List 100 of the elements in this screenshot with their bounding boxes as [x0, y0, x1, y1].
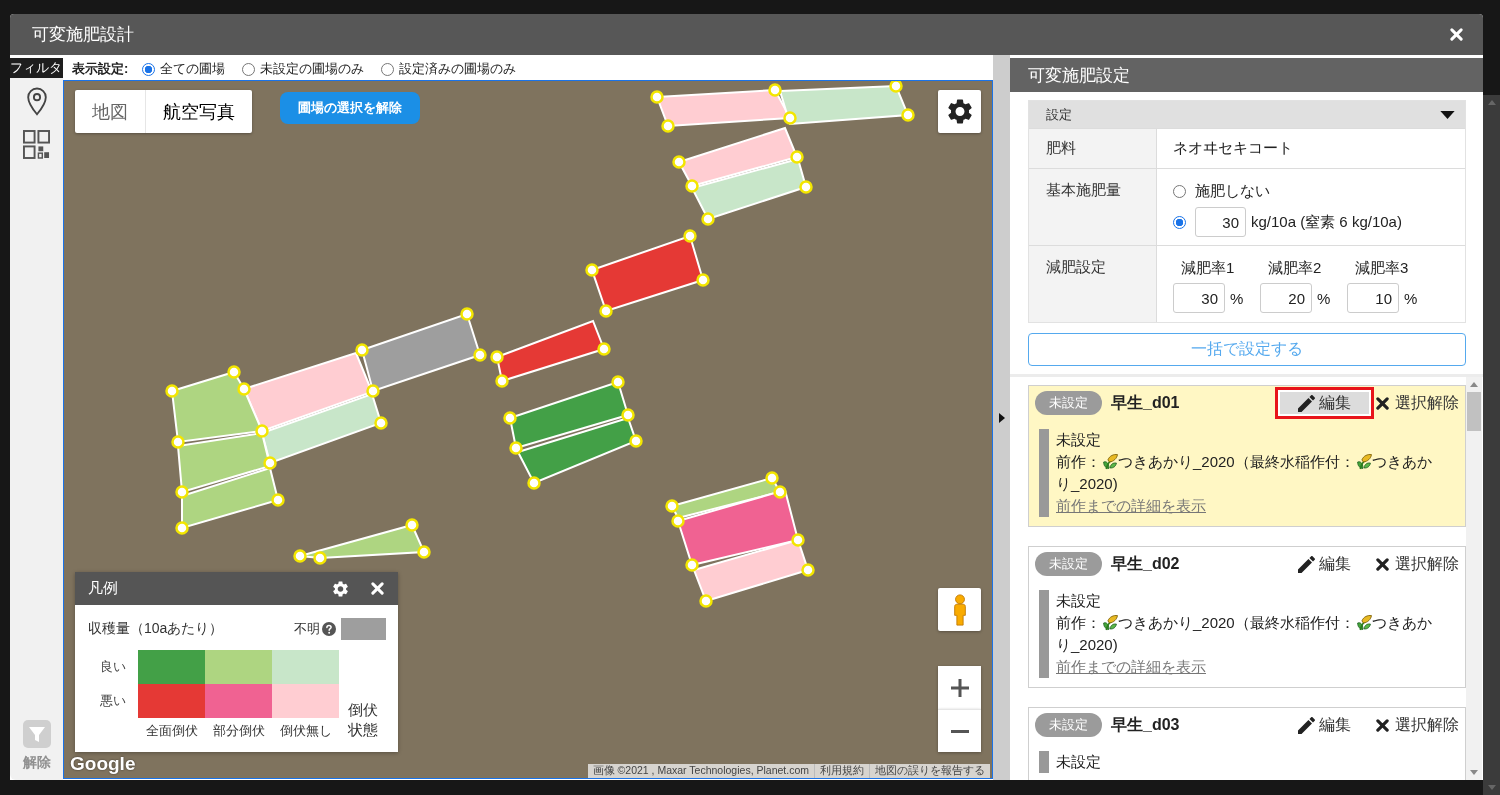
scrollbar-thumb[interactable]	[1467, 392, 1481, 431]
vertex-handle[interactable]	[685, 179, 699, 193]
vertex-handle[interactable]	[671, 514, 685, 528]
close-button[interactable]	[1450, 28, 1463, 41]
vertex-handle[interactable]	[801, 563, 815, 577]
vertex-handle[interactable]	[650, 90, 664, 104]
vertex-handle[interactable]	[263, 456, 277, 470]
vertex-handle[interactable]	[790, 150, 804, 164]
radio-button[interactable]	[142, 62, 156, 76]
vertex-handle[interactable]	[366, 384, 380, 398]
vertex-handle[interactable]	[460, 307, 474, 321]
edit-button[interactable]: 編集	[1275, 548, 1374, 580]
unit-text: kg/10a (窒素 6 kg/10a)	[1251, 212, 1402, 232]
vertex-handle[interactable]	[293, 549, 307, 563]
display-filter-option[interactable]: 全ての圃場	[142, 60, 226, 78]
vertex-handle[interactable]	[901, 108, 915, 122]
amount-input[interactable]: 30	[1195, 207, 1246, 237]
vertex-handle[interactable]	[255, 424, 269, 438]
vertex-handle[interactable]	[405, 518, 419, 532]
setting-label: 基本施肥量	[1046, 181, 1121, 200]
vertex-handle[interactable]	[791, 533, 805, 547]
edit-button[interactable]: 編集	[1275, 709, 1374, 741]
field-card[interactable]: 未設定 早生_d01 編集 選択解除 未設定 前作： つきあかり_2020（最終水稲作付： つきあかり_2020) 前作までの詳細を表示	[1028, 385, 1466, 527]
vertex-handle[interactable]	[271, 493, 285, 507]
scroll-up-arrow-icon[interactable]	[1470, 382, 1478, 387]
close-icon	[1376, 718, 1389, 732]
vertex-handle[interactable]	[599, 304, 613, 318]
rice-plant-icon	[1354, 453, 1372, 470]
vertex-handle[interactable]	[683, 229, 697, 243]
vertex-handle[interactable]	[417, 545, 431, 559]
vertex-handle[interactable]	[889, 81, 903, 93]
vertex-handle[interactable]	[768, 83, 782, 97]
vertex-handle[interactable]	[773, 485, 787, 499]
display-filter-option[interactable]: 設定済みの圃場のみ	[381, 60, 517, 78]
radio-button[interactable]	[381, 62, 395, 76]
vertex-handle[interactable]	[355, 343, 369, 357]
street-view-button[interactable]	[938, 588, 981, 631]
vertex-handle[interactable]	[783, 111, 797, 125]
attribution-link[interactable]: 地図の誤りを報告する	[869, 764, 990, 778]
map-pin-icon[interactable]	[25, 87, 48, 116]
vertex-handle[interactable]	[611, 375, 625, 389]
zoom-out-button[interactable]	[938, 709, 981, 752]
help-icon[interactable]	[322, 622, 336, 636]
vertex-handle[interactable]	[171, 435, 185, 449]
zoom-in-button[interactable]	[938, 666, 981, 709]
vertex-handle[interactable]	[374, 416, 388, 430]
map-type-tab[interactable]: 航空写真	[145, 90, 252, 133]
close-icon[interactable]	[371, 582, 384, 595]
vertex-handle[interactable]	[665, 499, 679, 513]
radio-button[interactable]	[242, 62, 256, 76]
deselect-button[interactable]: 選択解除	[1376, 714, 1459, 736]
reduction-rate-input[interactable]: 30	[1173, 283, 1225, 313]
vertex-handle[interactable]	[473, 348, 487, 362]
vertex-handle[interactable]	[495, 374, 509, 388]
field-name: 早生_d03	[1111, 714, 1180, 735]
previous-crop-text: 前作： つきあかり_2020（最終水稲作付： つきあかり_2020)	[1056, 452, 1433, 494]
vertex-handle[interactable]	[165, 384, 179, 398]
vertex-handle[interactable]	[672, 155, 686, 169]
vertex-handle[interactable]	[313, 551, 327, 565]
vertex-handle[interactable]	[629, 434, 643, 448]
map-type-tab[interactable]: 地図	[75, 90, 145, 133]
vertex-handle[interactable]	[685, 558, 699, 572]
vertex-handle[interactable]	[597, 342, 611, 356]
deselect-button[interactable]: 選択解除	[1376, 553, 1459, 575]
vertex-handle[interactable]	[765, 471, 779, 485]
vertex-handle[interactable]	[503, 411, 517, 425]
vertex-handle[interactable]	[175, 485, 189, 499]
display-filter-option[interactable]: 未設定の圃場のみ	[242, 60, 365, 78]
map-settings-button[interactable]	[938, 90, 981, 133]
details-link[interactable]: 前作までの詳細を表示	[1056, 656, 1206, 678]
field-card[interactable]: 未設定 早生_d03 編集 選択解除 未設定	[1028, 707, 1466, 780]
settings-icon[interactable]	[333, 580, 348, 597]
field-card[interactable]: 未設定 早生_d02 編集 選択解除 未設定 前作： つきあかり_2020（最終水稲作付： つきあかり_2020) 前作までの詳細を表示	[1028, 546, 1466, 688]
attribution-link[interactable]: 利用規約	[814, 764, 869, 778]
vertex-handle[interactable]	[509, 441, 523, 455]
layout-grid-icon[interactable]	[23, 130, 50, 159]
radio-button[interactable]	[1173, 184, 1186, 198]
settings-header[interactable]: 設定	[1029, 101, 1465, 128]
deselect-button[interactable]: 選択解除	[1376, 392, 1459, 414]
vertex-handle[interactable]	[175, 521, 189, 535]
vertex-handle[interactable]	[227, 365, 241, 379]
reduction-rate-input[interactable]: 20	[1260, 283, 1312, 313]
vertex-handle[interactable]	[490, 350, 504, 364]
scroll-down-arrow-icon[interactable]	[1470, 770, 1478, 775]
radio-button[interactable]	[1173, 215, 1186, 229]
vertex-handle[interactable]	[527, 476, 541, 490]
vertex-handle[interactable]	[237, 382, 251, 396]
details-link[interactable]: 前作までの詳細を表示	[1056, 495, 1206, 517]
scrollbar[interactable]	[1466, 377, 1482, 780]
reduction-rate-input[interactable]: 10	[1347, 283, 1399, 313]
vertex-handle[interactable]	[701, 212, 715, 226]
no-fertilizer-option[interactable]: 施肥しない	[1173, 181, 1270, 201]
vertex-handle[interactable]	[799, 180, 813, 194]
edit-button[interactable]: 編集	[1275, 387, 1374, 419]
vertex-handle[interactable]	[699, 594, 713, 608]
vertex-handle[interactable]	[621, 408, 635, 422]
vertex-handle[interactable]	[661, 119, 675, 133]
vertex-handle[interactable]	[585, 263, 599, 277]
vertex-handle[interactable]	[696, 273, 710, 287]
field-status-text: 未設定	[1056, 430, 1101, 450]
